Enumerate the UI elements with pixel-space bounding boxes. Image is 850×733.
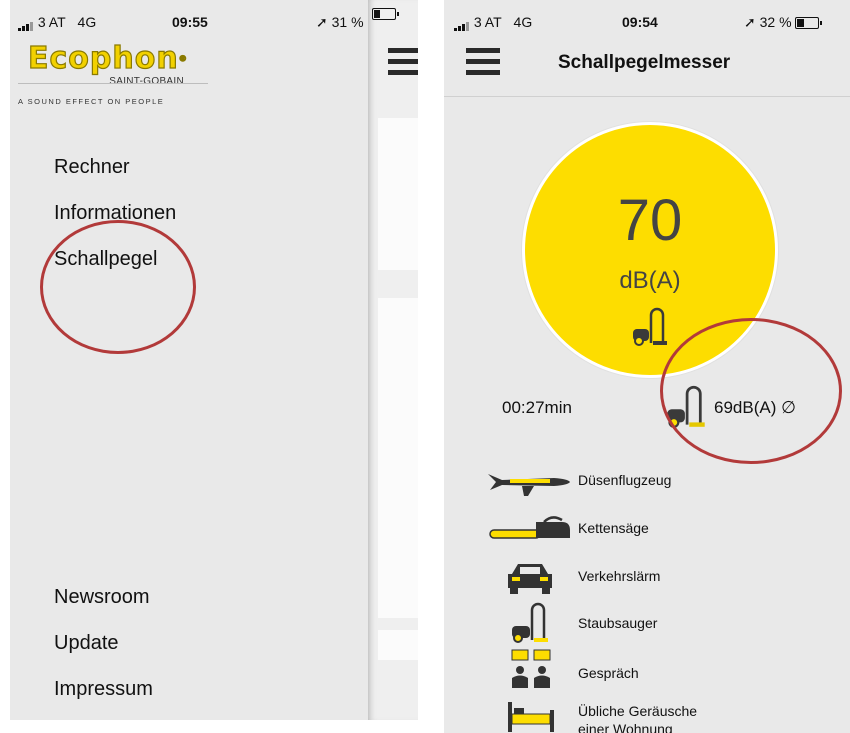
page-title: Schallpegelmesser [558, 52, 731, 73]
bed-icon [508, 702, 554, 732]
current-db-unit: dB(A) [619, 267, 681, 294]
menu-item-rechner[interactable]: Rechner [54, 156, 130, 179]
reference-label: Kettensäge [578, 520, 649, 536]
underlying-screen-peek[interactable] [368, 0, 418, 720]
chainsaw-icon [489, 516, 570, 539]
car-icon [508, 564, 552, 594]
battery-percent: 32 % [759, 14, 792, 30]
menu-item-update[interactable]: Update [54, 632, 119, 655]
elapsed-time: 00:27min [502, 398, 572, 417]
menu-item-newsroom[interactable]: Newsroom [54, 586, 150, 609]
battery-percent: 31 % [331, 14, 364, 30]
ecophon-logo: Ecophon® SAINT-GOBAIN [27, 41, 208, 87]
signal-icon [18, 15, 34, 32]
status-bar-right: 3 AT 4G [454, 14, 533, 32]
battery-icon [372, 8, 399, 20]
logo-tagline: A SOUND EFFECT ON PEOPLE [18, 97, 165, 106]
hamburger-menu-icon[interactable] [466, 48, 500, 81]
logo-divider [18, 83, 208, 84]
carrier-label: 3 AT [37, 14, 66, 30]
navigation-bar: 3 AT 4G 09:54 ➚ 32 % Schallpegelmesser [444, 0, 850, 97]
reference-label: Verkehrslärm [578, 568, 661, 584]
sound-meter-screen: 3 AT 4G 09:54 ➚ 32 % Schallpegelmesser 7… [444, 0, 850, 733]
carrier-label: 3 AT [473, 14, 502, 30]
network-label: 4G [77, 14, 97, 30]
current-db-value: 70 [617, 188, 683, 253]
logo-subbrand: SAINT-GOBAIN [109, 76, 184, 87]
reference-label: Düsenflugzeug [578, 472, 672, 488]
side-drawer: 3 AT 4G 09:55 ➚ 31 % Ecophon® SAINT-GOBA… [10, 0, 368, 720]
hamburger-menu-icon[interactable] [388, 48, 418, 81]
reference-label: Gespräch [578, 665, 639, 681]
reference-label: Staubsauger [578, 615, 658, 631]
signal-icon [454, 15, 470, 32]
network-label: 4G [513, 14, 533, 30]
location-arrow-icon: ➚ [316, 14, 328, 30]
status-right-left: ➚ 31 % [316, 14, 364, 31]
clock: 09:55 [172, 14, 208, 30]
vacuum-cleaner-icon [512, 602, 548, 643]
jet-plane-icon [488, 474, 570, 496]
clock: 09:54 [622, 14, 658, 30]
reference-label: Übliche Geräusche einer Wohnung [578, 703, 698, 733]
status-right: ➚ 32 % [744, 14, 823, 31]
menu-item-impressum[interactable]: Impressum [54, 678, 153, 701]
menu-screen: 3 AT 4G 09:55 ➚ 31 % Ecophon® SAINT-GOBA… [10, 0, 418, 720]
battery-icon [795, 17, 823, 30]
vacuum-cleaner-icon [633, 307, 667, 346]
status-bar-left: 3 AT 4G [18, 14, 97, 32]
location-arrow-icon: ➚ [744, 14, 756, 30]
highlight-circle-schallpegel [40, 220, 196, 354]
logo-brand: Ecophon [27, 41, 179, 76]
conversation-icon [511, 649, 551, 688]
highlight-circle-average [660, 318, 842, 464]
